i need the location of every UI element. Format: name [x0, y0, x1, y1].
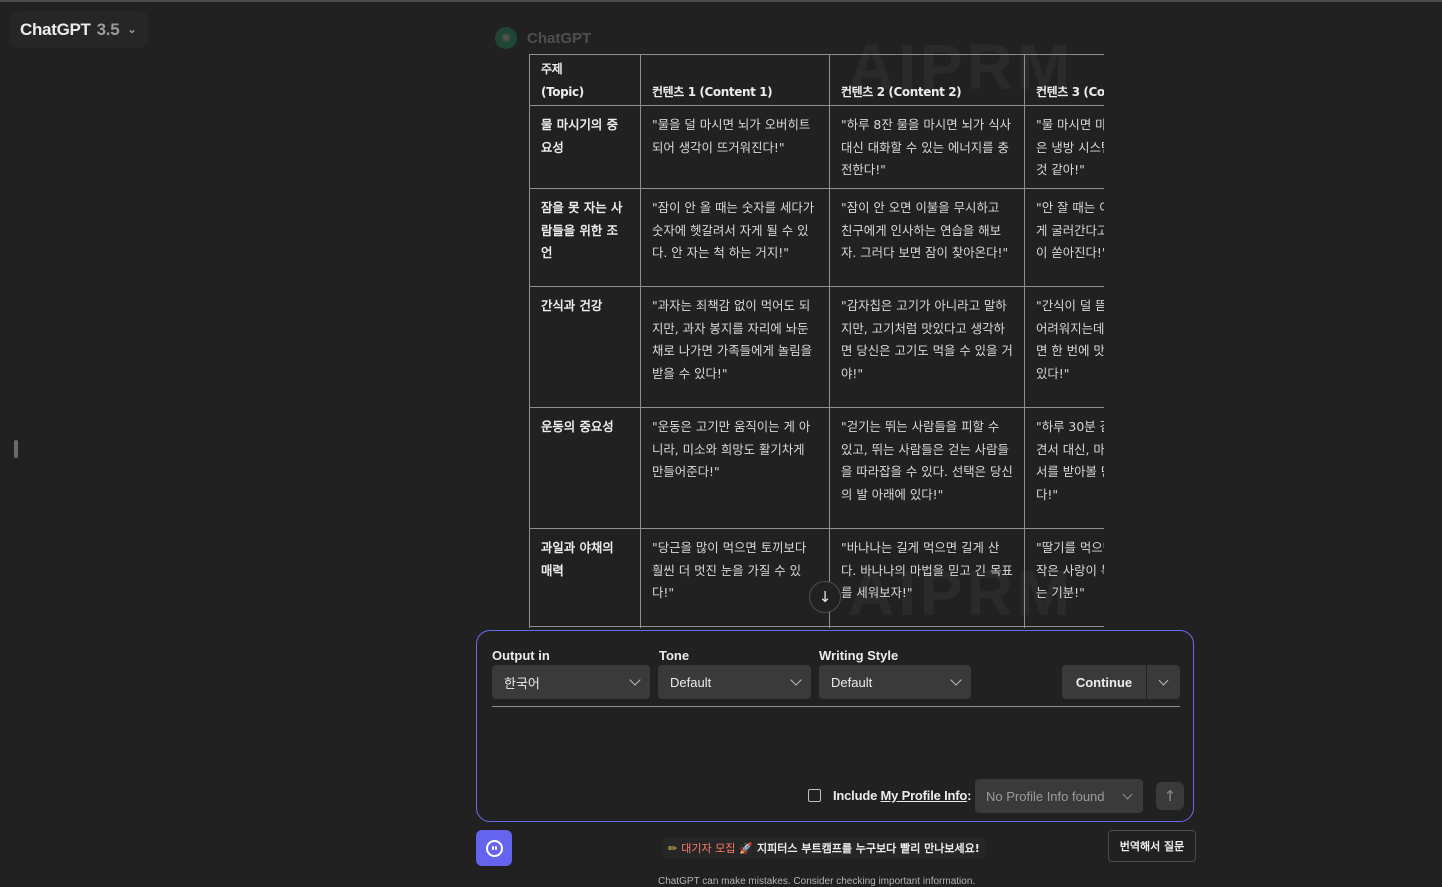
pencil-icon: ✏ [668, 841, 678, 855]
table-cell: "운동은 고기만 움직이는 게 아니라, 미소와 희망도 활기차게 만들어준다!… [640, 406, 830, 529]
table-cell: "당근을 많이 먹으면 토끼보다 훨씬 더 멋진 눈을 가질 수 있다!" [640, 527, 830, 627]
writing-style-select[interactable]: Default [819, 665, 971, 699]
tone-value: Default [670, 674, 712, 690]
table-cell: "간식이 덜 뜯어지면 먹기도 어려워지는데, 더 뜯어놓으면 한 번에 맛있게… [1024, 285, 1104, 408]
table-cell: "걷기는 뛰는 사람들을 피할 수 있고, 뛰는 사람들은 걷는 사람들을 따라… [829, 406, 1025, 529]
writing-style-label: Writing Style [819, 648, 899, 663]
table-cell-topic: 물 마시기의 중요성 [529, 105, 641, 189]
table-cell-topic: 잠을 못 자는 사람들을 위한 조언 [529, 187, 641, 287]
table-cell-topic: 간식과 건강 [529, 285, 641, 408]
table-header-row: 주제 (Topic) 컨텐츠 1 (Content 1) 컨텐츠 2 (Cont… [529, 54, 1104, 107]
table-cell: "하루 30분 걷기는 의사 소견서 대신, 마음의 건강 소견서를 받아볼 만… [1024, 406, 1104, 529]
model-version: 3.5 [96, 19, 120, 39]
table-cell: "하루 8잔 물을 마시면 뇌가 식사 대신 대화할 수 있는 에너지를 충전한… [829, 105, 1025, 189]
table-cell-empty [1024, 625, 1104, 628]
response-table: 주제 (Topic) 컨텐츠 1 (Content 1) 컨텐츠 2 (Cont… [529, 54, 1104, 628]
table-row [529, 625, 1104, 628]
writing-style-value: Default [831, 674, 873, 690]
table-cell-topic: 운동의 중요성 [529, 406, 641, 529]
table-cell: "물을 덜 마시면 뇌가 오버히트되어 생각이 뜨거워진다!" [640, 105, 830, 189]
chevron-down-icon: ⌄ [127, 24, 137, 36]
chevron-down-icon [1122, 789, 1133, 799]
table-cell-empty [529, 625, 641, 628]
promo-banner[interactable]: ✏ 대기자 모집 🚀 지피터스 부트캠프를 누구보다 빨리 만나보세요! [662, 837, 986, 859]
translate-question-button[interactable]: 번역해서 질문 [1108, 830, 1196, 862]
scroll-to-bottom-button[interactable]: ↓ [809, 581, 841, 613]
table-cell: "잠이 안 올 때는 숫자를 세다가 숫자에 헷갈려서 자게 될 수 있다. 안… [640, 187, 830, 287]
model-selector-button[interactable]: ChatGPT 3.5 ⌄ [10, 11, 149, 48]
promo-message[interactable]: 지피터스 부트캠프를 누구보다 빨리 만나보세요! [757, 840, 980, 856]
table-header-content-3: 컨텐츠 3 (Content 3) [1024, 54, 1104, 107]
table-row: 운동의 중요성 "운동은 고기만 움직이는 게 아니라, 미소와 희망도 활기차… [529, 406, 1104, 529]
table-cell: "바나나는 길게 먹으면 길게 산다. 바나나의 마법을 믿고 긴 목표를 세워… [829, 527, 1025, 627]
chevron-down-icon [790, 674, 802, 686]
my-profile-info-link[interactable]: My Profile Info [881, 788, 968, 803]
aiprm-face-icon [485, 839, 503, 857]
sidebar-toggle-handle[interactable] [14, 440, 18, 458]
continue-menu-button[interactable] [1147, 665, 1180, 699]
profile-info-value: No Profile Info found [986, 788, 1105, 804]
send-button[interactable]: ↑ [1156, 782, 1184, 810]
table-row: 과일과 야채의 매력 "당근을 많이 먹으면 토끼보다 훨씬 더 멋진 눈을 가… [529, 527, 1104, 627]
output-language-select[interactable]: 한국어 [492, 665, 650, 699]
table-header-topic: 주제 (Topic) [529, 54, 641, 107]
promo-recruit-link[interactable]: 대기자 모집 [681, 840, 735, 856]
model-name: ChatGPT [20, 19, 91, 39]
continue-button[interactable]: Continue [1062, 665, 1146, 699]
table-cell: "잠이 안 오면 이불을 무시하고 친구에게 인사하는 연습을 해보자. 그러다… [829, 187, 1025, 287]
chevron-down-icon [629, 674, 641, 686]
profile-info-select[interactable]: No Profile Info found [975, 779, 1143, 813]
table-cell: "물 마시면 마치 내 안의 작은 냉방 시스템이 가동되는 것 같아!" [1024, 105, 1104, 189]
table-cell-topic: 과일과 야채의 매력 [529, 527, 641, 627]
assistant-name: ChatGPT [527, 29, 592, 47]
assistant-avatar-icon: ✺ [495, 27, 517, 49]
aiprm-composer: Output in 한국어 Tone Default Writing Style… [476, 630, 1194, 822]
include-profile-label: Include My Profile Info: [833, 788, 971, 803]
response-table-container: 주제 (Topic) 컨텐츠 1 (Content 1) 컨텐츠 2 (Cont… [529, 54, 1104, 628]
prompt-input[interactable] [492, 713, 1184, 779]
include-profile-prefix: Include [833, 788, 881, 803]
output-language-value: 한국어 [504, 675, 540, 691]
tone-select[interactable]: Default [658, 665, 811, 699]
table-header-content-1: 컨텐츠 1 (Content 1) [640, 54, 830, 107]
table-cell-empty [640, 625, 830, 628]
tone-label: Tone [659, 648, 690, 663]
table-row: 간식과 건강 "과자는 죄책감 없이 먹어도 되지만, 과자 봉지를 자리에 놔… [529, 285, 1104, 408]
rocket-icon: 🚀 [739, 841, 754, 855]
chevron-down-icon [1158, 675, 1169, 685]
table-cell: "감자칩은 고기가 아니라고 말하지만, 고기처럼 맛있다고 생각하면 당신은 … [829, 285, 1025, 408]
table-header-content-2: 컨텐츠 2 (Content 2) [829, 54, 1025, 107]
output-language-label: Output in [492, 648, 550, 663]
table-row: 물 마시기의 중요성 "물을 덜 마시면 뇌가 오버히트되어 생각이 뜨거워진다… [529, 105, 1104, 189]
chevron-down-icon [950, 674, 962, 686]
include-profile-suffix: : [967, 788, 972, 803]
table-cell: "과자는 죄책감 없이 먹어도 되지만, 과자 봉지를 자리에 놔둔 채로 나가… [640, 285, 830, 408]
arrow-down-icon: ↓ [818, 588, 832, 606]
composer-divider [492, 706, 1180, 707]
table-row: 잠을 못 자는 사람들을 위한 조언 "잠이 안 올 때는 숫자를 세다가 숫자… [529, 187, 1104, 287]
arrow-up-icon: ↑ [1163, 787, 1177, 805]
table-cell: "안 잘 때는 이불이 불만스럽게 굴러간다고 생각하면 잠이 쏟아진다!" [1024, 187, 1104, 287]
aiprm-button[interactable] [476, 830, 512, 866]
table-cell-empty [829, 625, 1025, 628]
assistant-header: ✺ ChatGPT [495, 27, 591, 49]
top-edge [0, 0, 1442, 2]
include-profile-checkbox[interactable] [808, 789, 821, 802]
table-cell: "딸기를 먹으면 마치 내 안에 작은 사랑이 톡톡 튀어나오는 기분!" [1024, 527, 1104, 627]
